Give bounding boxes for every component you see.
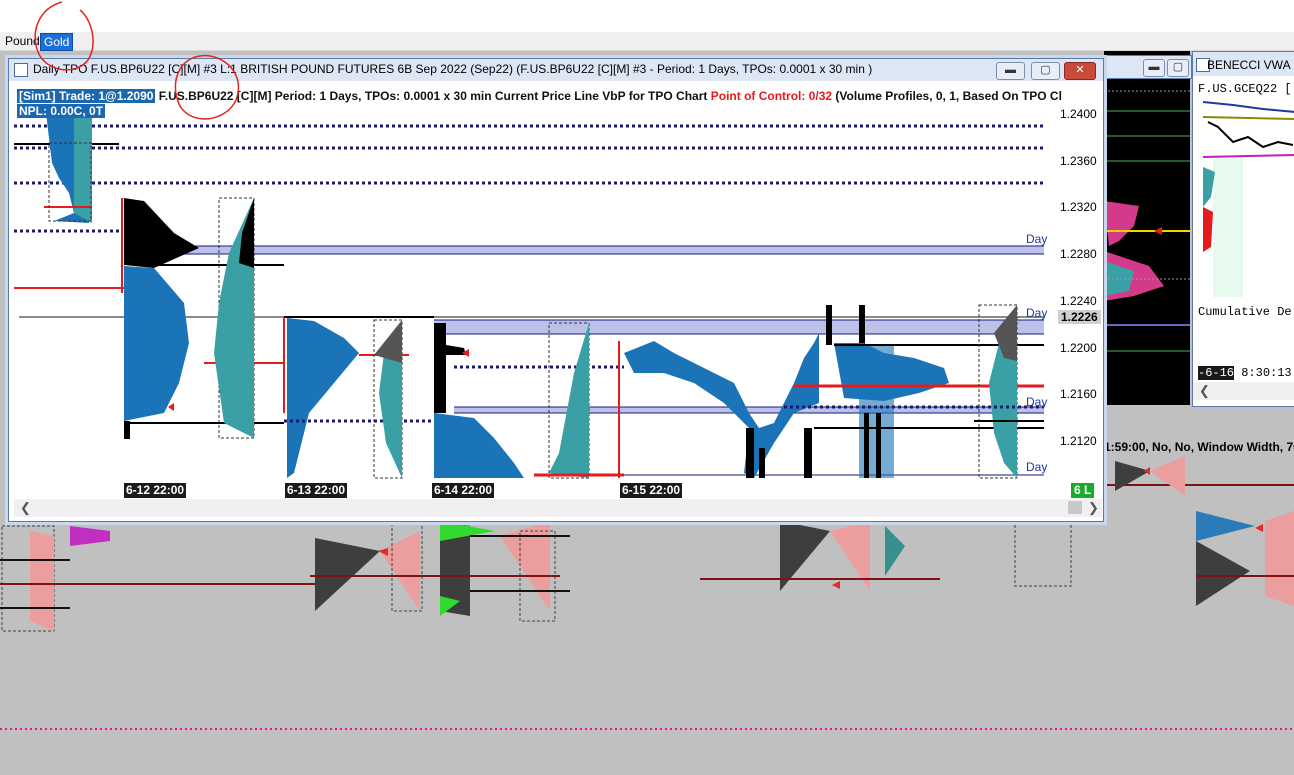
trade-info: [Sim1] Trade: 1@1.2090 <box>17 89 156 103</box>
scroll-right-arrow-icon[interactable]: ❯ <box>1088 500 1099 516</box>
price-tick: 1.2360 <box>1060 154 1097 168</box>
right-time: 8:30:13 <box>1241 366 1292 380</box>
day-label: Day <box>1026 460 1048 474</box>
close-icon[interactable]: ✕ <box>1064 62 1096 80</box>
date-label: 6-14 22:00 <box>432 483 495 498</box>
right-date: -6-16 <box>1198 366 1235 380</box>
bg-maximize-icon[interactable]: ▢ <box>1167 59 1189 77</box>
right-chart-window[interactable]: BENECCI VWA F.US.GCEQ22 [ Cumulative De … <box>1192 51 1294 407</box>
tab-strip <box>0 32 1294 51</box>
date-label: 6-15 22:00 <box>620 483 683 498</box>
date-label: 6-13 22:00 <box>285 483 348 498</box>
tpo-chart-svg <box>14 113 1044 479</box>
study-info: (Volume Profiles, 0, 1, Based On TPO Cl <box>835 89 1062 103</box>
dark-window-profile <box>1104 90 1190 352</box>
symbol-info: F.US.BP6U22 [C][M] Period: 1 Days, TPOs:… <box>158 89 708 103</box>
date-label: 6-12 22:00 <box>124 483 187 498</box>
point-of-control: Point of Control: 0/32 <box>710 89 833 103</box>
price-tick: 1.2160 <box>1060 387 1097 401</box>
app-icon <box>14 63 28 77</box>
tab-gold[interactable]: Gold <box>40 33 74 51</box>
price-tick: 1.2200 <box>1060 341 1097 355</box>
main-titlebar[interactable]: Daily TPO F.US.BP6U22 [C][M] #3 L:1 BRIT… <box>9 59 1103 81</box>
status-badge: 6 L <box>1071 483 1095 498</box>
tpo-chart-area[interactable] <box>14 83 1102 501</box>
price-tick: 1.2320 <box>1060 200 1097 214</box>
price-tick: 1.2120 <box>1060 434 1097 448</box>
npl-badge: NPL: 0.00C, 0T <box>17 104 106 118</box>
chart-info-row: [Sim1] Trade: 1@1.2090 F.US.BP6U22 [C][M… <box>17 89 1062 103</box>
maximize-icon[interactable]: ▢ <box>1031 62 1060 80</box>
cumulative-label: Cumulative De <box>1198 305 1292 319</box>
npl-row: NPL: 0.00C, 0T <box>17 104 106 118</box>
right-scrollbar[interactable]: ❮ <box>1193 382 1294 400</box>
day-label: Day <box>1026 395 1048 409</box>
dark-chart-window <box>1104 51 1190 405</box>
current-price-label: 1.2226 <box>1058 310 1101 324</box>
minimize-icon[interactable]: ▬ <box>996 62 1025 80</box>
scroll-left-arrow-icon[interactable]: ❮ <box>1199 383 1210 399</box>
day-label: Day <box>1026 306 1048 320</box>
right-mini-chart <box>1203 101 1294 297</box>
bg-minimize-icon[interactable]: ▬ <box>1143 59 1165 77</box>
price-tick: 1.2280 <box>1060 247 1097 261</box>
day-label: Day <box>1026 232 1048 246</box>
horizontal-scrollbar[interactable]: ❮ ❯ <box>14 499 1102 517</box>
background-window-titlebar[interactable]: ▬ ▢ <box>1104 55 1192 79</box>
right-time-row: -6-16 8:30:13 <box>1198 366 1292 380</box>
price-tick: 1.2400 <box>1060 107 1097 121</box>
background-window-caption: 1:59:00, No, No, Window Width, 70 <box>1104 440 1294 454</box>
tab-pound[interactable]: Pound <box>2 33 43 49</box>
price-tick: 1.2240 <box>1060 294 1097 308</box>
right-symbol: F.US.GCEQ22 [ <box>1198 82 1292 96</box>
window-title: Daily TPO F.US.BP6U22 [C][M] #3 L:1 BRIT… <box>33 62 873 76</box>
price-axis[interactable]: 1.2400 1.2360 1.2320 1.2280 1.2240 1.220… <box>1056 83 1108 501</box>
main-tpo-window[interactable]: Daily TPO F.US.BP6U22 [C][M] #3 L:1 BRIT… <box>8 58 1104 522</box>
right-window-title: BENECCI VWA <box>1207 58 1291 72</box>
top-blank-area <box>0 0 1294 32</box>
scroll-left-arrow-icon[interactable]: ❮ <box>20 500 31 516</box>
scroll-thumb[interactable] <box>1068 501 1082 514</box>
